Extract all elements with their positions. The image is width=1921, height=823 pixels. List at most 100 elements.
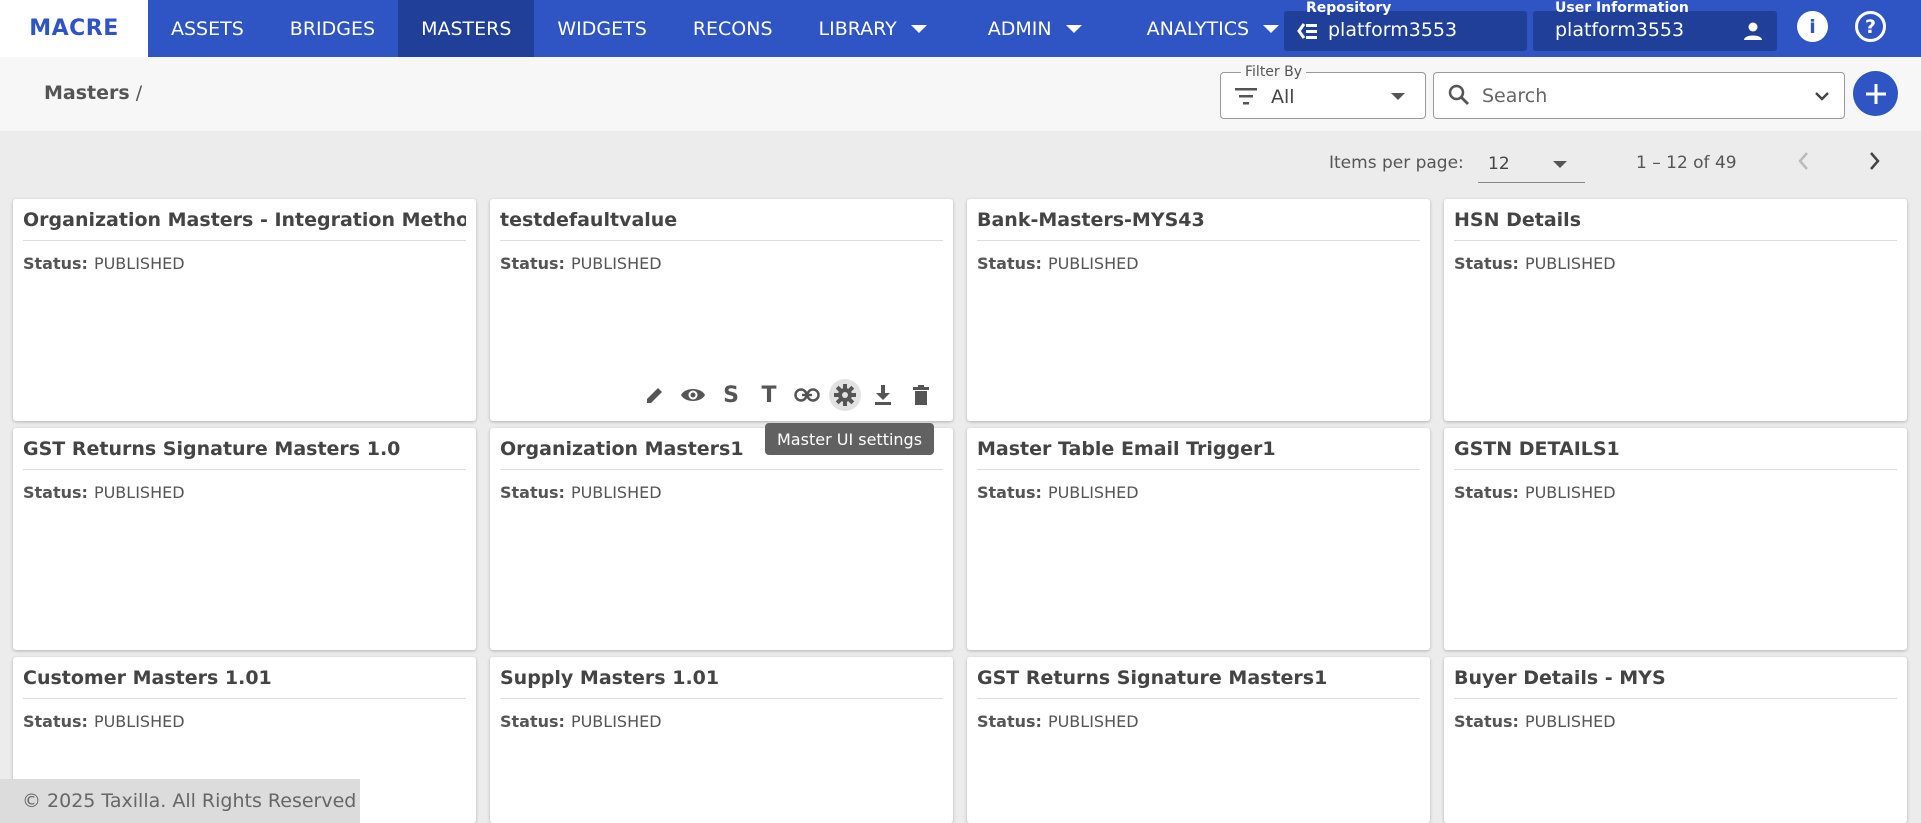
status-label: Status:: [1454, 254, 1519, 273]
nav-item-library[interactable]: LIBRARY: [796, 0, 950, 57]
master-card[interactable]: Organization Masters1 Status: PUBLISHED: [490, 428, 953, 650]
nav-item-analytics-label: ANALYTICS: [1146, 17, 1250, 40]
status-value: PUBLISHED: [93, 712, 185, 731]
master-card[interactable]: Bank-Masters-MYS43 Status: PUBLISHED: [967, 199, 1430, 421]
user-information[interactable]: User Information platform3553: [1533, 0, 1777, 51]
link-icon[interactable]: [791, 379, 823, 411]
status-value: PUBLISHED: [1047, 483, 1139, 502]
status-label: Status:: [1454, 483, 1519, 502]
card-status: Status: PUBLISHED: [1454, 483, 1616, 502]
status-value: PUBLISHED: [570, 712, 662, 731]
status-label: Status:: [500, 483, 565, 502]
status-value: PUBLISHED: [570, 254, 662, 273]
app-logo[interactable]: MACRE: [0, 0, 148, 57]
chevron-left-icon: [1798, 152, 1808, 170]
master-card[interactable]: GST Returns Signature Masters1 Status: PU…: [967, 657, 1430, 823]
status-label: Status:: [1454, 712, 1519, 731]
chevron-right-icon: [1870, 152, 1880, 170]
card-title[interactable]: Bank-Masters-MYS43: [977, 209, 1420, 241]
page-range: 1 – 12 of 49: [1636, 153, 1737, 173]
master-card[interactable]: Organization Masters - Integration Metho…: [13, 199, 476, 421]
card-status: Status: PUBLISHED: [1454, 712, 1616, 731]
status-label: Status:: [977, 712, 1042, 731]
nav-item-bridges[interactable]: BRIDGES: [267, 0, 398, 57]
card-title[interactable]: Buyer Details - MYS: [1454, 667, 1897, 699]
search-icon: [1448, 84, 1470, 110]
status-value: PUBLISHED: [1524, 483, 1616, 502]
card-title[interactable]: Supply Masters 1.01: [500, 667, 943, 699]
items-per-page-value: 12: [1488, 154, 1510, 174]
plus-icon: [1865, 83, 1886, 104]
letter-s-icon[interactable]: S: [715, 379, 747, 411]
search-input[interactable]: [1482, 83, 1782, 109]
breadcrumb: Masters /: [44, 82, 142, 104]
status-value: PUBLISHED: [1047, 254, 1139, 273]
master-card[interactable]: testdefaultvalue Status: PUBLISHED S T: [490, 199, 953, 421]
person-icon: [1743, 21, 1763, 45]
next-page-button[interactable]: [1866, 150, 1882, 176]
items-per-page-label: Items per page:: [1329, 153, 1464, 173]
card-title[interactable]: HSN Details: [1454, 209, 1897, 241]
info-icon[interactable]: i: [1797, 11, 1828, 42]
search-field[interactable]: [1433, 72, 1845, 119]
caret-down-icon: [1263, 24, 1280, 33]
nav-item-analytics[interactable]: ANALYTICS: [1105, 0, 1302, 57]
card-title[interactable]: Organization Masters - Integration Metho…: [23, 209, 466, 241]
caret-down-icon: [1065, 24, 1082, 33]
card-title[interactable]: GST Returns Signature Masters1: [977, 667, 1420, 699]
card-status: Status: PUBLISHED: [500, 712, 662, 731]
card-title[interactable]: Customer Masters 1.01: [23, 667, 466, 699]
filter-select[interactable]: Filter By All: [1220, 64, 1426, 119]
footer-copyright: © 2025 Taxilla. All Rights Reserved: [0, 779, 360, 823]
filter-label: Filter By: [1241, 64, 1307, 80]
status-value: PUBLISHED: [1524, 254, 1616, 273]
status-value: PUBLISHED: [1524, 712, 1616, 731]
status-label: Status:: [500, 254, 565, 273]
repository-selector[interactable]: Repository platform3553: [1284, 0, 1527, 51]
card-status: Status: PUBLISHED: [23, 483, 185, 502]
add-master-button[interactable]: [1853, 71, 1898, 116]
card-actions: S T: [639, 379, 937, 411]
status-label: Status:: [977, 483, 1042, 502]
master-card[interactable]: Master Table Email Trigger1 Status: PUBLI…: [967, 428, 1430, 650]
master-card[interactable]: Supply Masters 1.01 Status: PUBLISHED: [490, 657, 953, 823]
nav-item-assets[interactable]: ASSETS: [148, 0, 267, 57]
master-card[interactable]: GSTN DETAILS1 Status: PUBLISHED: [1444, 428, 1907, 650]
filter-icon: [1235, 87, 1257, 109]
card-status: Status: PUBLISHED: [500, 483, 662, 502]
card-title[interactable]: GST Returns Signature Masters 1.0: [23, 438, 466, 470]
download-icon[interactable]: [867, 379, 899, 411]
chevron-down-icon[interactable]: [1814, 87, 1830, 106]
master-card[interactable]: Buyer Details - MYS Status: PUBLISHED: [1444, 657, 1907, 823]
card-status: Status: PUBLISHED: [977, 254, 1139, 273]
status-value: PUBLISHED: [93, 254, 185, 273]
card-status: Status: PUBLISHED: [977, 712, 1139, 731]
card-title[interactable]: GSTN DETAILS1: [1454, 438, 1897, 470]
card-status: Status: PUBLISHED: [977, 483, 1139, 502]
card-title[interactable]: testdefaultvalue: [500, 209, 943, 241]
nav-item-admin[interactable]: ADMIN: [950, 0, 1105, 57]
master-card[interactable]: GST Returns Signature Masters 1.0 Status…: [13, 428, 476, 650]
eye-icon[interactable]: [677, 379, 709, 411]
gear-icon[interactable]: [829, 379, 861, 411]
status-label: Status:: [977, 254, 1042, 273]
nav-item-masters[interactable]: MASTERS: [398, 0, 535, 57]
card-title[interactable]: Master Table Email Trigger1: [977, 438, 1420, 470]
card-status: Status: PUBLISHED: [500, 254, 662, 273]
help-icon[interactable]: ?: [1855, 11, 1886, 42]
nav-item-recons[interactable]: RECONS: [670, 0, 796, 57]
nav-item-widgets[interactable]: WIDGETS: [534, 0, 669, 57]
status-label: Status:: [23, 254, 88, 273]
trash-icon[interactable]: [905, 379, 937, 411]
dropdown-arrow-icon: [1391, 93, 1405, 100]
breadcrumb-current[interactable]: Masters: [44, 82, 130, 104]
nav-item-admin-label: ADMIN: [987, 17, 1052, 40]
letter-t-icon[interactable]: T: [753, 379, 785, 411]
card-status: Status: PUBLISHED: [23, 712, 185, 731]
caret-down-icon: [910, 24, 927, 33]
previous-page-button[interactable]: [1796, 150, 1812, 176]
repository-list-icon: [1296, 21, 1318, 45]
master-card[interactable]: HSN Details Status: PUBLISHED: [1444, 199, 1907, 421]
pencil-icon[interactable]: [639, 379, 671, 411]
items-per-page-select[interactable]: 12: [1478, 145, 1585, 183]
